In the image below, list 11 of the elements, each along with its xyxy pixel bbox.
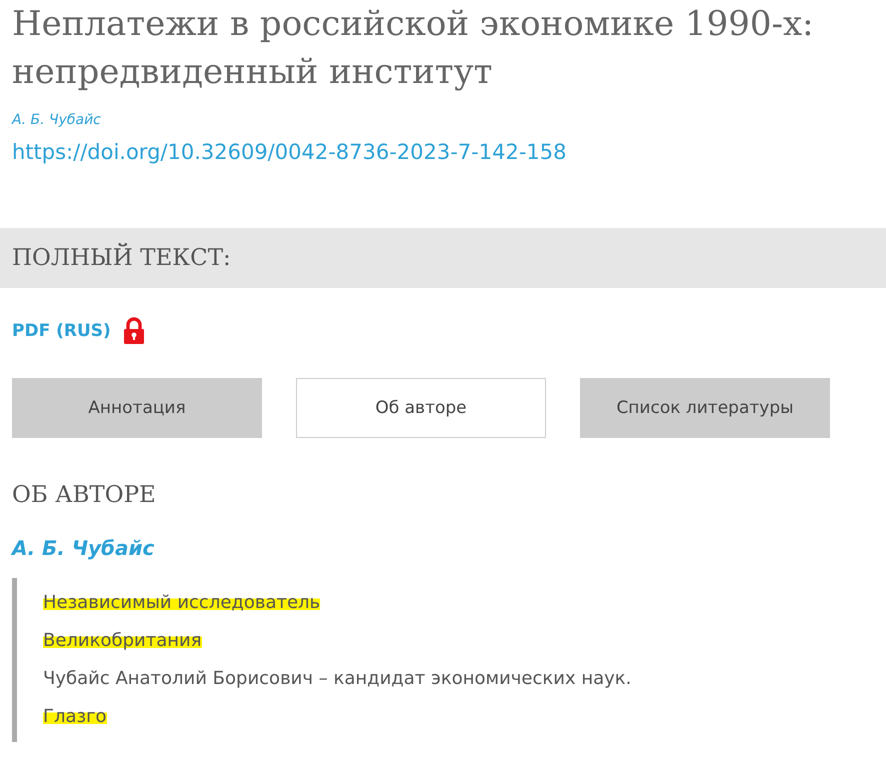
section-heading: ПОЛНЫЙ ТЕКСТ:: [12, 245, 231, 271]
author-info-text: Независимый исследователь: [43, 592, 320, 613]
author-info-text: Чубайс Анатолий Борисович – кандидат экономических наук.: [43, 668, 632, 689]
author-info-text: Великобритания: [43, 630, 202, 651]
tab[interactable]: Список литературы: [580, 378, 830, 438]
tab[interactable]: Об авторе: [296, 378, 546, 438]
tab[interactable]: Аннотация: [12, 378, 262, 438]
author-info-text: Глазго: [43, 706, 107, 727]
author-name: А. Б. Чубайс: [12, 536, 154, 560]
article-title: Неплатежи в российской экономике 1990-х: непредвиденный институт: [11, 3, 815, 94]
section-heading: ОБ АВТОРЕ: [12, 482, 157, 508]
